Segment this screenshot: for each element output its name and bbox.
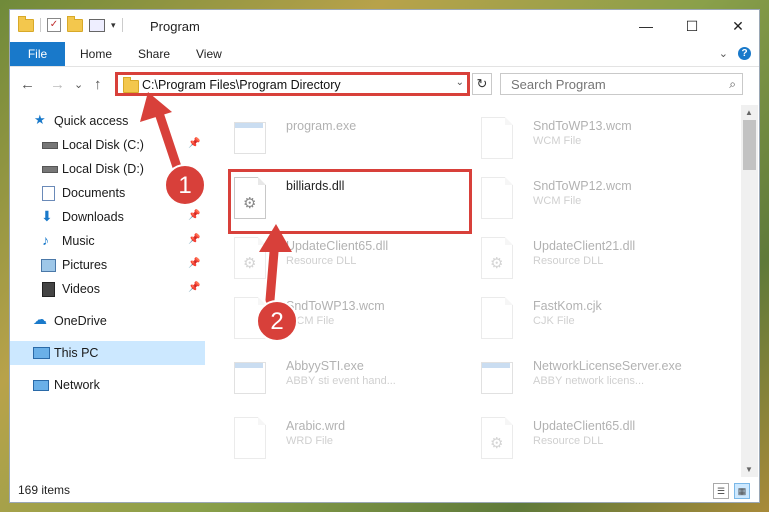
step-badge-1: 1 [164, 164, 206, 206]
arrow-1 [140, 92, 183, 175]
arrow-2 [259, 224, 292, 305]
step-badge-2: 2 [256, 300, 298, 342]
annotation-arrows [140, 92, 292, 305]
